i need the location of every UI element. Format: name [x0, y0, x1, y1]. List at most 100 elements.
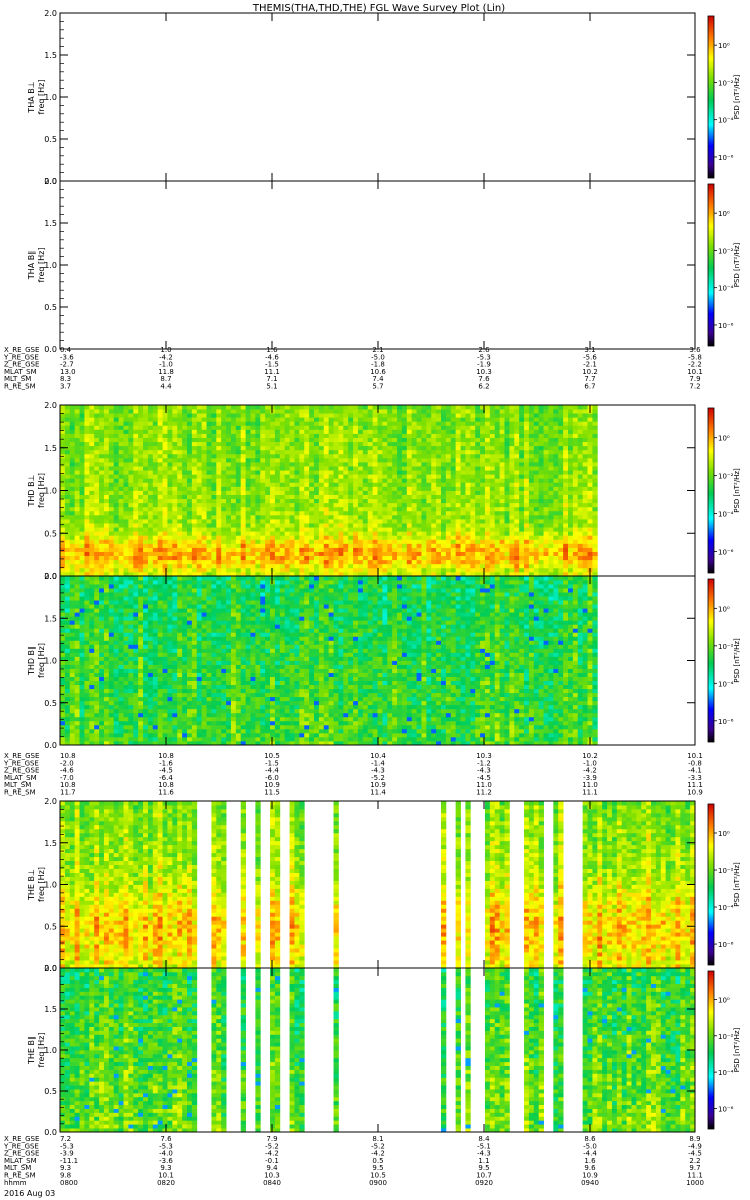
heatmap-cell [94, 474, 100, 479]
heatmap-cell [465, 449, 471, 455]
heatmap-cell [274, 559, 281, 565]
heatmap-cell [528, 543, 535, 548]
heatmap-cell [299, 490, 305, 495]
heatmap-cell [572, 506, 579, 512]
heatmap-cell [123, 535, 129, 540]
heatmap-cell [460, 441, 466, 447]
heatmap-cell [226, 425, 232, 430]
heatmap-cell [450, 527, 457, 532]
heatmap-cell [221, 531, 227, 536]
heatmap-cell [240, 555, 247, 561]
heatmap-cell [392, 563, 398, 569]
heatmap-cell [152, 449, 159, 455]
heatmap-cell [270, 563, 276, 569]
heatmap-cell [372, 441, 378, 447]
heatmap-cell [318, 527, 325, 532]
heatmap-cell [89, 539, 95, 544]
heatmap-cell [470, 466, 476, 471]
heatmap-cell [60, 519, 66, 524]
heatmap-cell [592, 535, 598, 540]
heatmap-cell [382, 555, 388, 561]
heatmap-cell [64, 453, 71, 459]
heatmap-cell [587, 543, 593, 548]
heatmap-cell [533, 486, 540, 491]
heatmap-cell [397, 498, 403, 504]
heatmap-cell [128, 474, 134, 479]
heatmap-cell [450, 474, 457, 479]
heatmap-cell [553, 433, 559, 438]
heatmap-cell [475, 535, 481, 540]
heatmap-cell [274, 470, 281, 475]
heatmap-cell [274, 482, 281, 487]
heatmap-cell [245, 535, 251, 540]
heatmap-cell [514, 494, 520, 500]
heatmap-cell [74, 502, 80, 508]
heatmap-cell [450, 555, 457, 561]
heatmap-cell [309, 441, 315, 447]
heatmap-cell [74, 620, 80, 625]
heatmap-cell [436, 514, 442, 520]
heatmap-cell [182, 405, 188, 410]
heatmap-cell [333, 510, 339, 516]
heatmap-cell [533, 514, 540, 520]
heatmap-cell [206, 441, 212, 447]
heatmap-cell [79, 417, 85, 422]
heatmap-cell [226, 417, 232, 422]
heatmap-cell [377, 563, 383, 569]
heatmap-cell [489, 457, 496, 463]
heatmap-cell [362, 466, 369, 471]
heatmap-cell [504, 437, 510, 443]
heatmap-cell [514, 519, 520, 524]
heatmap-cell [250, 494, 256, 500]
heatmap-cell [113, 543, 120, 548]
heatmap-cell [221, 490, 227, 495]
heatmap-cell [79, 672, 85, 677]
heatmap-cell [162, 457, 168, 463]
heatmap-cell [401, 519, 408, 524]
heatmap-cell [133, 498, 139, 504]
heatmap-cell [230, 502, 237, 508]
heatmap-cell [445, 531, 452, 536]
heatmap-cell [504, 547, 510, 552]
heatmap-cell [411, 457, 417, 463]
heatmap-cell [568, 498, 574, 504]
heatmap-cell [138, 567, 144, 573]
heatmap-cell [289, 527, 295, 532]
heatmap-cell [514, 486, 520, 491]
heatmap-cell [138, 421, 144, 426]
heatmap-cell [221, 417, 227, 422]
heatmap-cell [172, 441, 178, 447]
heatmap-cell [69, 624, 76, 629]
heatmap-cell [177, 441, 183, 447]
heatmap-cell [484, 563, 491, 569]
heatmap-cell [406, 466, 413, 471]
heatmap-cell [118, 551, 124, 557]
heatmap-cell [216, 494, 222, 500]
heatmap-cell [289, 506, 295, 512]
heatmap-cell [318, 531, 325, 536]
heatmap-cell [187, 494, 193, 500]
heatmap-cell [211, 437, 217, 443]
heatmap-cell [108, 519, 115, 524]
heatmap-cell [255, 490, 261, 495]
heatmap-cell [587, 453, 593, 459]
heatmap-cell [333, 551, 339, 557]
heatmap-cell [401, 490, 408, 495]
heatmap-cell [509, 510, 515, 516]
heatmap-cell [94, 417, 100, 422]
heatmap-cell [172, 466, 178, 471]
heatmap-cell [74, 632, 80, 637]
heatmap-cell [426, 543, 432, 548]
heatmap-cell [372, 457, 378, 463]
heatmap-cell [235, 535, 242, 540]
heatmap-cell [377, 535, 383, 540]
heatmap-cell [441, 421, 447, 426]
heatmap-cell [553, 474, 559, 479]
heatmap-cell [74, 660, 80, 665]
heatmap-cell [69, 555, 76, 561]
heatmap-cell [235, 417, 242, 422]
heatmap-cell [582, 563, 588, 569]
heatmap-cell [230, 490, 237, 495]
heatmap-cell [480, 486, 486, 491]
heatmap-cell [255, 506, 261, 512]
